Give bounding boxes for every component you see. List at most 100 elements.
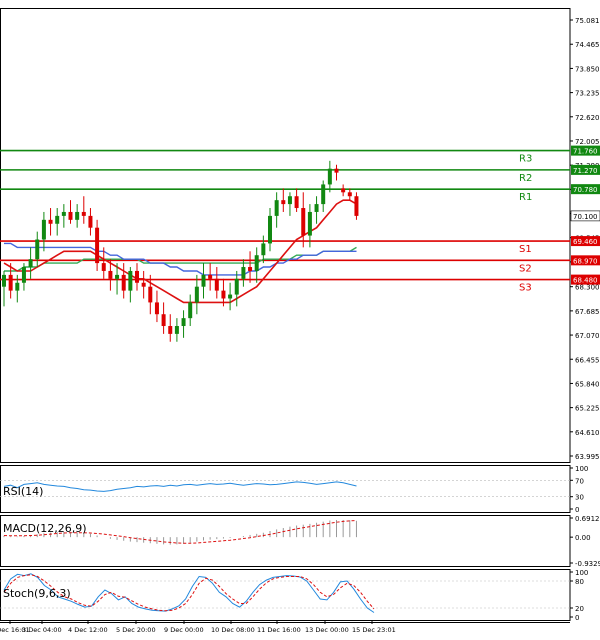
time-tick-label: 5 Dec 20:00 — [116, 626, 156, 634]
ma-green-line — [4, 246, 357, 272]
candle-body — [108, 270, 113, 279]
candle-body — [48, 219, 53, 224]
macd-label: MACD(12,26,9) — [3, 522, 87, 535]
stoch-tick-label: 20 — [575, 605, 584, 613]
candle-body — [347, 192, 352, 197]
candle-body — [321, 184, 326, 205]
candle-body — [21, 267, 26, 283]
level-price-label-r1: 70.780 — [573, 186, 598, 194]
candle-body — [341, 188, 346, 193]
candle-body — [68, 211, 73, 220]
rsi-label: RSI(14) — [3, 485, 43, 498]
price-tick-label: 68.300 — [575, 284, 600, 292]
candle-body — [55, 215, 60, 224]
candle-body — [115, 274, 120, 279]
candle-body — [234, 278, 239, 295]
candle-body — [15, 282, 20, 291]
candle-body — [208, 274, 213, 279]
candle-body — [154, 302, 159, 315]
candle-body — [41, 219, 46, 240]
candle-body — [301, 208, 306, 236]
candle-body — [128, 270, 133, 291]
price-tick-label: 63.995 — [575, 453, 600, 461]
candle-body — [135, 270, 139, 283]
time-tick-label: 13 Dec 00:00 — [305, 626, 349, 634]
candle-body — [248, 267, 253, 271]
level-name-r2: R2 — [519, 173, 532, 184]
candle-body — [228, 294, 233, 299]
candle-body — [168, 326, 173, 334]
price-tick-label: 66.455 — [575, 356, 600, 364]
candle-body — [334, 168, 339, 173]
rsi-panel-frame — [0, 465, 571, 513]
rsi-tick-label: 30 — [575, 494, 584, 502]
macd-tick-label: 0.6912 — [575, 515, 600, 523]
candle-body — [188, 302, 193, 319]
candle-body — [181, 318, 186, 327]
level-price-label-r2: 71.270 — [573, 167, 598, 175]
candle-body — [121, 274, 126, 291]
time-tick-label: 15 Dec 23:01 — [352, 626, 396, 634]
candle-body — [281, 200, 286, 205]
price-tick-label: 65.840 — [575, 380, 600, 388]
current-price-label: 70.100 — [573, 213, 598, 221]
price-tick-label: 72.620 — [575, 114, 600, 122]
stoch-tick-label: 80 — [575, 578, 584, 586]
candle-body — [307, 211, 312, 236]
candle-body — [241, 267, 246, 279]
candle-body — [287, 196, 292, 205]
chart-root: 75.08174.46573.85073.23572.62072.00571.3… — [0, 0, 600, 636]
price-tick-label: 67.070 — [575, 332, 600, 340]
time-tick-label: 10 Dec 08:00 — [211, 626, 255, 634]
macd-tick-label: 0.00 — [575, 534, 591, 542]
candle-body — [214, 278, 219, 291]
level-name-r1: R1 — [519, 192, 532, 203]
rsi-tick-label: 0 — [575, 506, 579, 514]
main-panel-frame — [0, 8, 571, 463]
price-tick-label: 73.235 — [575, 90, 600, 98]
candle-body — [174, 326, 179, 334]
stoch-tick-label: 0 — [575, 614, 579, 622]
candle-body — [101, 263, 106, 271]
candle-body — [314, 204, 319, 212]
price-tick-label: 67.685 — [575, 308, 600, 316]
stoch-tick-label: 100 — [575, 569, 588, 577]
candle-body — [95, 227, 100, 264]
candle-body — [261, 243, 266, 256]
rsi-line — [3, 481, 357, 492]
level-price-label-s3: 68.480 — [573, 277, 598, 285]
candle-body — [35, 239, 40, 260]
stoch-panel-frame — [0, 569, 571, 621]
candle-body — [81, 211, 86, 216]
candle-body — [194, 286, 199, 303]
candle-body — [274, 200, 279, 216]
rsi-tick-label: 100 — [575, 465, 588, 473]
candle-body — [201, 274, 206, 287]
level-name-s3: S3 — [519, 283, 532, 294]
candle-body — [141, 282, 146, 287]
level-name-s2: S2 — [519, 263, 532, 274]
level-price-label-s1: 69.460 — [573, 238, 598, 246]
level-price-label-s2: 68.970 — [573, 257, 598, 265]
time-tick-label: 11 Dec 16:00 — [257, 626, 301, 634]
candle-body — [61, 211, 66, 216]
price-tick-label: 74.465 — [575, 41, 600, 49]
candle-body — [327, 168, 332, 185]
macd-tick-label: -0.9329 — [575, 560, 600, 568]
price-tick-label: 75.081 — [575, 17, 600, 25]
level-name-r3: R3 — [519, 154, 532, 165]
candle-body — [268, 215, 272, 244]
price-tick-label: 65.225 — [575, 405, 600, 413]
stoch-label: Stoch(9,6,3) — [3, 587, 71, 600]
candle-body — [75, 211, 80, 220]
candle-body — [161, 314, 166, 327]
time-tick-label: 4 Dec 12:00 — [68, 626, 108, 634]
price-tick-label: 72.005 — [575, 138, 600, 146]
level-price-label-r3: 71.760 — [573, 148, 598, 156]
candle-body — [88, 215, 93, 228]
level-name-s1: S1 — [519, 244, 532, 255]
chart-svg: 75.08174.46573.85073.23572.62072.00571.3… — [0, 8, 600, 634]
price-tick-label: 73.850 — [575, 65, 600, 73]
candle-body — [148, 286, 153, 303]
price-tick-label: 64.610 — [575, 429, 600, 437]
